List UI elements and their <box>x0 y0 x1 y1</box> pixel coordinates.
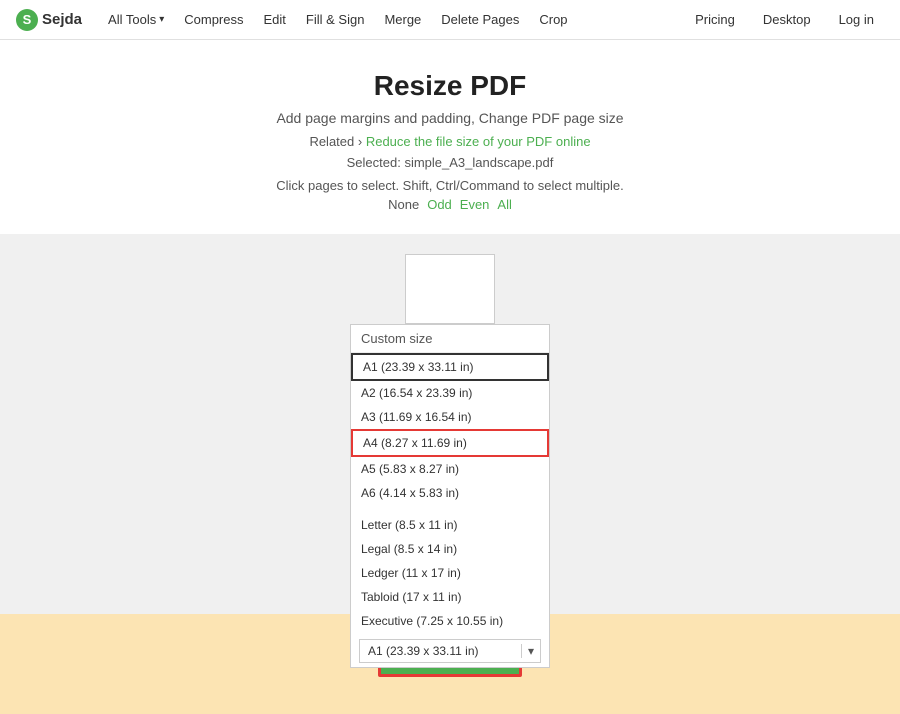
selector-all[interactable]: All <box>497 197 511 212</box>
dropdown-item-a2[interactable]: A2 (16.54 x 23.39 in) <box>351 381 549 405</box>
selector-none[interactable]: None <box>388 197 419 212</box>
nav-login[interactable]: Log in <box>829 0 884 40</box>
dropdown-item-a6[interactable]: A6 (4.14 x 5.83 in) <box>351 481 549 505</box>
dropdown-item-a3[interactable]: A3 (11.69 x 16.54 in) <box>351 405 549 429</box>
brand-name: Sejda <box>42 11 82 28</box>
dropdown-item-a4[interactable]: A4 (8.27 x 11.69 in) <box>351 429 549 457</box>
dropdown-item-a1[interactable]: A1 (23.39 x 33.11 in) <box>351 353 549 381</box>
dropdown-header: Custom size <box>351 325 549 353</box>
selection-hint: Click pages to select. Shift, Ctrl/Comma… <box>16 178 884 193</box>
selector-odd[interactable]: Odd <box>427 197 452 212</box>
hero-subtitle: Add page margins and padding, Change PDF… <box>16 110 884 126</box>
nav-desktop[interactable]: Desktop <box>753 0 821 40</box>
page-selectors: None Odd Even All <box>16 197 884 212</box>
nav-links: All Tools ▾ Compress Edit Fill & Sign Me… <box>98 0 685 40</box>
page-title: Resize PDF <box>16 70 884 102</box>
nav-all-tools[interactable]: All Tools ▾ <box>98 0 174 40</box>
sejda-logo-icon: S <box>16 9 38 31</box>
dropdown-select-value: A1 (23.39 x 33.11 in) <box>360 640 521 662</box>
navbar-right: Pricing Desktop Log in <box>685 0 884 40</box>
dropdown-item-letter[interactable]: Letter (8.5 x 11 in) <box>351 513 549 537</box>
content-area: Custom size A1 (23.39 x 33.11 in) A2 (16… <box>0 234 900 614</box>
dropdown-select-row[interactable]: A1 (23.39 x 33.11 in) ▾ <box>359 639 541 663</box>
chevron-right-icon: › <box>358 134 366 149</box>
nav-compress[interactable]: Compress <box>174 0 253 40</box>
related-line: Related › Reduce the file size of your P… <box>16 134 884 149</box>
nav-delete-pages[interactable]: Delete Pages <box>431 0 529 40</box>
dropdown-divider <box>351 505 549 513</box>
dropdown-item-a5[interactable]: A5 (5.83 x 8.27 in) <box>351 457 549 481</box>
selected-file-label: Selected: simple_A3_landscape.pdf <box>16 155 884 170</box>
selector-even[interactable]: Even <box>460 197 490 212</box>
hero-section: Resize PDF Add page margins and padding,… <box>0 40 900 234</box>
nav-pricing[interactable]: Pricing <box>685 0 745 40</box>
pdf-page-preview <box>405 254 495 324</box>
nav-crop[interactable]: Crop <box>529 0 577 40</box>
brand-logo[interactable]: S Sejda <box>16 9 82 31</box>
navbar: S Sejda All Tools ▾ Compress Edit Fill &… <box>0 0 900 40</box>
dropdown-item-tabloid[interactable]: Tabloid (17 x 11 in) <box>351 585 549 609</box>
chevron-down-icon: ▾ <box>159 14 164 25</box>
dropdown-item-executive[interactable]: Executive (7.25 x 10.55 in) <box>351 609 549 633</box>
related-link[interactable]: Reduce the file size of your PDF online <box>366 134 591 149</box>
dropdown-item-legal[interactable]: Legal (8.5 x 14 in) <box>351 537 549 561</box>
nav-merge[interactable]: Merge <box>374 0 431 40</box>
dropdown-item-ledger[interactable]: Ledger (11 x 17 in) <box>351 561 549 585</box>
nav-edit[interactable]: Edit <box>254 0 296 40</box>
nav-fill-sign[interactable]: Fill & Sign <box>296 0 375 40</box>
size-dropdown-panel: Custom size A1 (23.39 x 33.11 in) A2 (16… <box>350 324 550 668</box>
dropdown-select-arrow-icon[interactable]: ▾ <box>521 644 540 658</box>
